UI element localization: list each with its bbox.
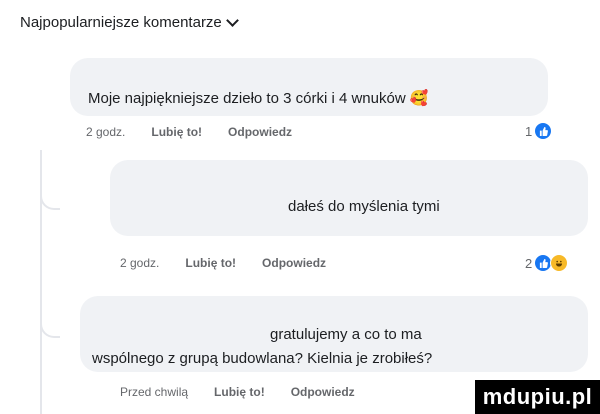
like-icon: [535, 255, 552, 271]
comment-actions: 2 godz. Lubię to! Odpowiedz: [120, 256, 326, 270]
like-button[interactable]: Lubię to!: [151, 125, 202, 139]
comment-actions: Przed chwilą Lubię to! Odpowiedz: [120, 385, 355, 399]
section-title-label: Najpopularniejsze komentarze: [20, 14, 222, 31]
haha-icon: [550, 254, 569, 272]
comment-text: dałeś do myślenia tymi: [288, 198, 440, 215]
reply-button[interactable]: Odpowiedz: [291, 385, 355, 399]
comment-text: Moje najpiękniejsze dzieło to 3 córki i …: [88, 90, 429, 107]
smiling-face-with-hearts-icon: 🥰: [409, 90, 429, 107]
comment-actions: 2 godz. Lubię to! Odpowiedz: [86, 125, 292, 139]
reply-button[interactable]: Odpowiedz: [228, 125, 292, 139]
reaction-summary[interactable]: 1: [525, 123, 552, 139]
comment-text: wspólnego z grupą budowlana? Kielnia je …: [92, 350, 433, 367]
section-title[interactable]: Najpopularniejsze komentarze: [20, 14, 239, 31]
like-icon: [535, 123, 552, 139]
thread-elbow: [40, 208, 60, 338]
reaction-count: 2: [525, 255, 533, 271]
reaction-count: 1: [525, 123, 533, 139]
reaction-summary[interactable]: 2: [525, 254, 569, 272]
reply-button[interactable]: Odpowiedz: [262, 256, 326, 270]
thread-elbow: [40, 150, 60, 210]
comment-time[interactable]: 2 godz.: [120, 256, 159, 270]
comment-text: gratulujemy a co to ma: [270, 326, 422, 343]
like-button[interactable]: Lubię to!: [214, 385, 265, 399]
comment-bubble: [70, 58, 548, 116]
comment-time[interactable]: Przed chwilą: [120, 385, 188, 399]
comment-time[interactable]: 2 godz.: [86, 125, 125, 139]
like-button[interactable]: Lubię to!: [185, 256, 236, 270]
chevron-down-icon: [225, 14, 239, 27]
watermark-logo: mdupiu.pl: [475, 380, 600, 414]
